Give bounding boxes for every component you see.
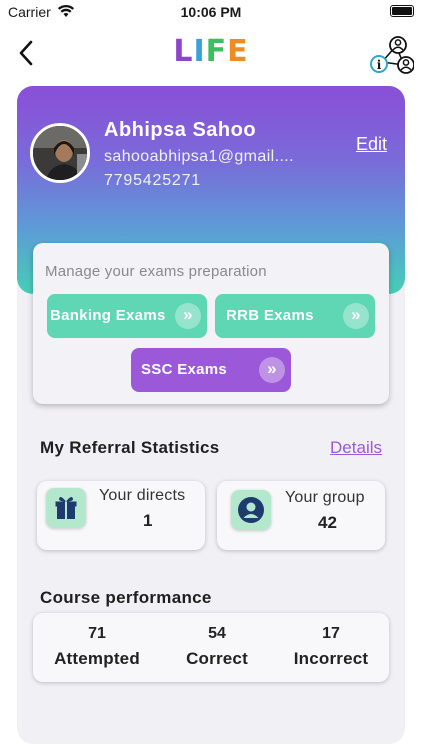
rrb-exams-label: RRB Exams <box>226 307 314 324</box>
performance-attempted: 71 Attempted <box>49 625 145 669</box>
group-icon-badge <box>231 490 271 530</box>
profile-email: sahooabhipsa1@gmail.... <box>104 148 294 165</box>
performance-incorrect: 17 Incorrect <box>283 625 379 669</box>
rrb-exams-button[interactable]: RRB Exams » <box>215 294 375 338</box>
double-chevron-right-icon: » <box>175 303 201 329</box>
correct-value: 54 <box>208 625 226 642</box>
attempted-label: Attempted <box>54 649 140 668</box>
exams-card: Manage your exams preparation Banking Ex… <box>33 243 389 404</box>
avatar <box>30 123 90 183</box>
network-info-button[interactable]: i <box>366 32 414 76</box>
performance-section-title: Course performance <box>40 588 212 607</box>
directs-label: Your directs <box>99 487 186 504</box>
banking-exams-label: Banking Exams <box>50 307 166 324</box>
exams-card-title: Manage your exams preparation <box>45 263 267 280</box>
double-chevron-right-icon: » <box>259 357 285 383</box>
correct-label: Correct <box>186 649 248 668</box>
banking-exams-button[interactable]: Banking Exams » <box>47 294 207 338</box>
group-card[interactable]: Your group 42 <box>217 481 385 550</box>
app-logo: LIFE <box>0 34 422 69</box>
edit-profile-link[interactable]: Edit <box>356 134 387 155</box>
user-icon <box>238 497 264 523</box>
attempted-value: 71 <box>88 625 106 642</box>
logo-letter-l: L <box>173 34 194 69</box>
directs-icon-badge <box>46 488 86 528</box>
referral-section-title: My Referral Statistics <box>40 438 220 457</box>
profile-phone: 7795425271 <box>104 172 201 189</box>
ssc-exams-label: SSC Exams <box>141 361 228 378</box>
ssc-exams-button[interactable]: SSC Exams » <box>131 348 291 392</box>
profile-name: Abhipsa Sahoo <box>104 119 257 141</box>
performance-correct: 54 Correct <box>169 625 265 669</box>
status-bar: Carrier 10:06 PM <box>0 0 422 24</box>
logo-letter-f: F <box>205 34 228 69</box>
referral-details-link[interactable]: Details <box>330 438 382 458</box>
incorrect-value: 17 <box>322 625 340 642</box>
directs-value: 1 <box>143 511 153 530</box>
group-label: Your group <box>285 489 365 506</box>
double-chevron-right-icon: » <box>343 303 369 329</box>
battery-icon <box>390 5 414 17</box>
performance-card: 71 Attempted 54 Correct 17 Incorrect <box>33 613 389 682</box>
logo-letter-e: E <box>227 34 249 69</box>
incorrect-label: Incorrect <box>293 649 369 668</box>
logo-letter-i: I <box>193 34 206 69</box>
svg-text:i: i <box>377 58 382 72</box>
group-value: 42 <box>318 513 337 532</box>
gift-icon <box>55 497 77 519</box>
clock: 10:06 PM <box>180 4 242 20</box>
directs-card[interactable]: Your directs 1 <box>37 481 205 550</box>
nav-bar: LIFE i <box>0 24 422 84</box>
